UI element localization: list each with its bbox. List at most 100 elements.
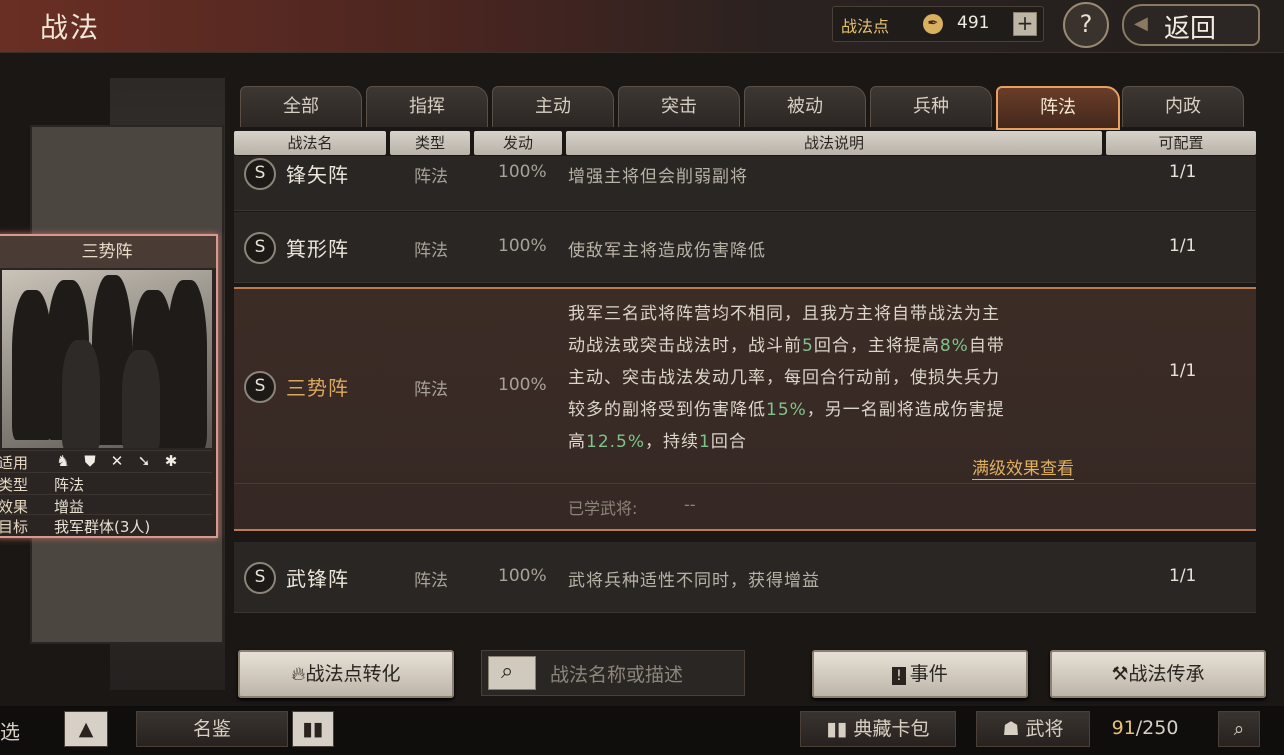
desc-highlight: 8% [939, 336, 969, 356]
card-row-target: 目标 我军群体(3人) [0, 514, 212, 537]
tactic-capacity: 1/1 [1169, 162, 1197, 182]
tactic-capacity: 1/1 [1169, 566, 1197, 586]
description-line: 动战法或突击战法时，战斗前5回合，主将提高8%自带 [568, 331, 1005, 356]
description-line: 高12.5%，持续1回合 [568, 427, 747, 452]
tab-active[interactable]: 主动 [492, 86, 614, 127]
scroll-up-button[interactable]: ▲ [64, 711, 108, 747]
tab-formation[interactable]: 阵法 [996, 86, 1120, 130]
tactic-type: 阵法 [414, 241, 448, 261]
s-rank-badge: S [244, 562, 276, 594]
bow-icon: ✕ [110, 452, 124, 470]
card-pack-icon: ▮▮ [826, 718, 854, 740]
help-button[interactable]: ? [1063, 2, 1109, 48]
tactic-row[interactable]: S 武锋阵 阵法 100% 武将兵种适性不同时，获得增益 1/1 [234, 542, 1256, 613]
column-header-capacity: 可配置 [1106, 131, 1256, 155]
back-button[interactable]: ◀ 返回 [1122, 4, 1260, 46]
learned-generals-label: 已学武将: [568, 499, 638, 518]
tactic-card: 三势阵 适用 ♞ ⛊ ✕ ➘ ✱ 类型 阵法 效果 增益 目标 我军群体(3人) [0, 234, 218, 538]
tactic-rate: 100% [498, 236, 547, 256]
tactic-description: 武将兵种适性不同时，获得增益 [568, 571, 820, 591]
tactic-list[interactable]: S 锋矢阵 阵法 100% 增强主将但会削弱副将 1/1 S 箕形阵 阵法 10… [234, 156, 1256, 626]
gallery-button[interactable]: 名鉴 [136, 711, 288, 747]
tactic-name: 武锋阵 [286, 567, 349, 591]
tab-all[interactable]: 全部 [240, 86, 362, 127]
tactic-name: 锋矢阵 [286, 163, 349, 187]
tactic-points-label: 战法点 [841, 17, 890, 36]
full-effect-link[interactable]: 满级效果查看 [972, 454, 1074, 480]
tactic-row[interactable]: S 锋矢阵 阵法 100% 增强主将但会削弱副将 1/1 [234, 156, 1256, 211]
tab-troop[interactable]: 兵种 [870, 86, 992, 127]
add-points-button[interactable]: + [1013, 12, 1037, 36]
count-current: 91 [1111, 717, 1136, 739]
desc-text: 高 [568, 432, 586, 452]
convert-points-label: 战法点转化 [305, 663, 401, 685]
search-button[interactable]: ⌕ [488, 656, 536, 690]
fire-icon: 🔥︎ [291, 663, 306, 685]
tactic-points-panel: 战法点 ✒ 491 + [832, 6, 1044, 42]
tactic-description: 增强主将但会削弱副将 [568, 167, 748, 187]
tactic-rate: 100% [498, 375, 547, 395]
hammer-icon: ⚒ [1111, 663, 1129, 685]
convert-points-button[interactable]: 🔥︎战法点转化 [238, 650, 454, 698]
troop-icons: ♞ ⛊ ✕ ➘ ✱ [54, 452, 189, 470]
tactic-name: 箕形阵 [286, 237, 349, 261]
card-row-usage: 适用 ♞ ⛊ ✕ ➘ ✱ [0, 450, 212, 473]
back-label: 返回 [1164, 14, 1217, 44]
card-key: 适用 [0, 454, 29, 472]
generals-count: 91/250 [1090, 711, 1200, 745]
desc-text: 我军三名武将阵营均不相同，且我方主将自带战法为主 [568, 304, 1000, 324]
desc-text: 较多的副将受到伤害降低 [568, 400, 766, 420]
tactic-rate: 100% [498, 566, 547, 586]
cards-icon[interactable]: ▮▮ [292, 711, 334, 747]
card-value: 阵法 [54, 476, 85, 494]
desc-text: ，持续 [645, 432, 700, 452]
general-icon: ☗ [1002, 718, 1026, 740]
learned-generals-value: -- [684, 495, 696, 514]
card-value: 我军群体(3人) [54, 518, 151, 536]
tab-internal[interactable]: 内政 [1122, 86, 1244, 127]
tactic-type: 阵法 [414, 571, 448, 591]
shield-icon: ⛊ [84, 452, 96, 470]
desc-text: 自带 [968, 336, 1005, 356]
tactic-points-value: 491 [957, 13, 990, 33]
description-line: 主动、突击战法发动几率，每回合行动前，使损失兵力 [568, 363, 1000, 388]
tab-passive[interactable]: 被动 [744, 86, 866, 127]
tactic-type: 阵法 [414, 167, 448, 187]
desc-highlight: 15% [766, 400, 807, 420]
desc-text: 回合，主将提高 [813, 336, 940, 356]
back-arrow-icon: ◀ [1134, 13, 1148, 34]
s-rank-badge: S [244, 371, 276, 403]
search-field[interactable]: ⌕ 战法名称或描述 [481, 650, 745, 696]
column-header-name: 战法名 [234, 131, 386, 155]
tactic-rate: 100% [498, 162, 547, 182]
divider [234, 483, 1256, 484]
tactic-row-selected[interactable]: S 三势阵 阵法 100% 1/1 我军三名武将阵营均不相同，且我方主将自带战法… [234, 287, 1256, 531]
inherit-tactic-label: 战法传承 [1128, 663, 1205, 685]
search-icon[interactable]: ⌕ [1218, 711, 1260, 747]
events-button[interactable]: ! 事件 [812, 650, 1028, 698]
desc-text: 回合 [710, 432, 747, 452]
event-icon: ! [892, 667, 906, 685]
tab-assault[interactable]: 突击 [618, 86, 740, 127]
desc-text: ，另一名副将造成伤害提 [806, 400, 1005, 420]
generals-button[interactable]: ☗ 武将 [976, 711, 1090, 747]
tactic-capacity: 1/1 [1169, 236, 1197, 256]
desc-text: 主动、突击战法发动几率，每回合行动前，使损失兵力 [568, 368, 1000, 388]
header-bar: 战法 战法点 ✒ 491 + ? ◀ 返回 [0, 0, 1284, 53]
page-title: 战法 [40, 11, 101, 44]
tab-command[interactable]: 指挥 [366, 86, 488, 127]
description-line: 较多的副将受到伤害降低15%，另一名副将造成伤害提 [568, 395, 1005, 420]
desc-highlight: 1 [699, 432, 711, 452]
tactic-row[interactable]: S 箕形阵 阵法 100% 使敌军主将造成伤害降低 1/1 [234, 212, 1256, 283]
card-row-type: 类型 阵法 [0, 472, 212, 495]
wheel-icon: ✱ [164, 452, 178, 470]
footer-bar: 选 ▲ 名鉴 ▮▮ ▮▮ 典藏卡包 ☗ 武将 91/250 ⌕ [0, 706, 1284, 755]
card-key: 类型 [0, 476, 29, 494]
card-pack-button[interactable]: ▮▮ 典藏卡包 [800, 711, 956, 747]
s-rank-badge: S [244, 158, 276, 190]
card-title: 三势阵 [0, 236, 216, 268]
generals-label: 武将 [1025, 718, 1064, 740]
desc-highlight: 5 [802, 336, 814, 356]
filter-label[interactable]: 选 [0, 716, 20, 745]
inherit-tactic-button[interactable]: ⚒战法传承 [1050, 650, 1266, 698]
